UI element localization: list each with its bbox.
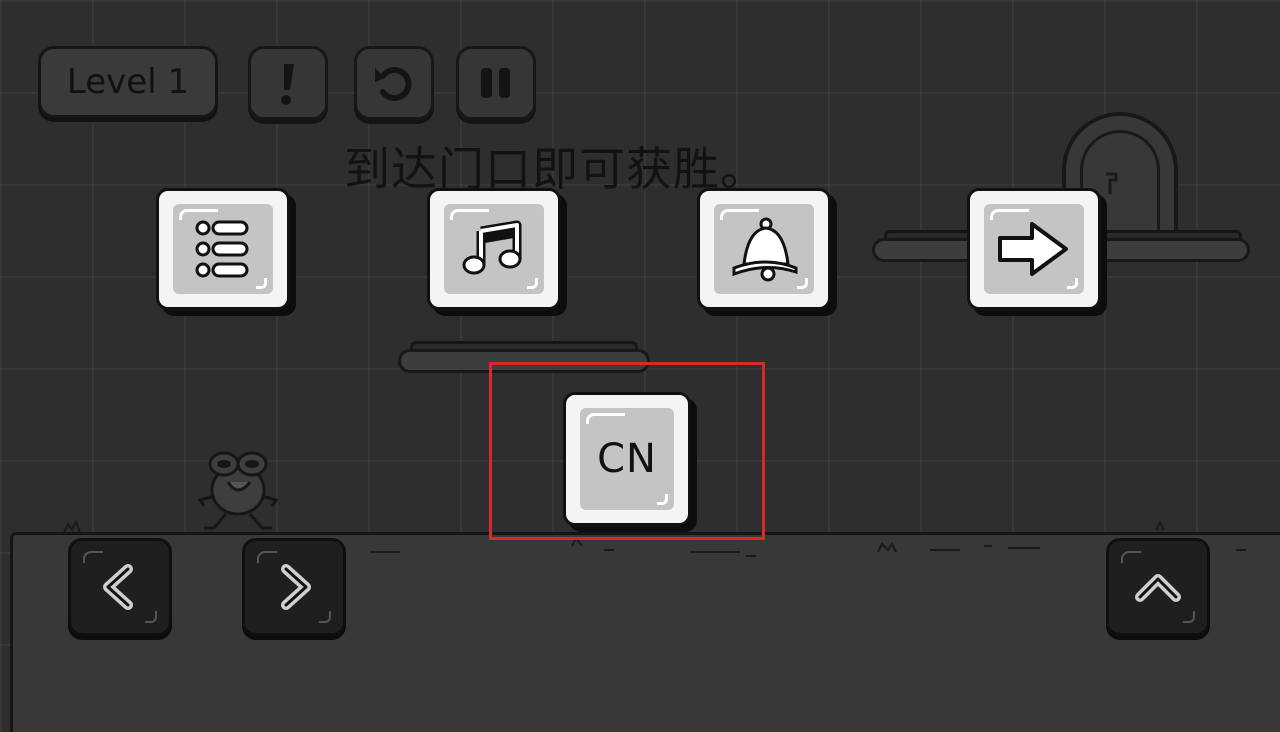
language-tile[interactable]: CN [563,392,691,526]
level-label: Level 1 [66,62,190,102]
hint-button[interactable] [248,46,328,120]
frog-character [197,451,279,530]
restart-icon [375,67,412,101]
music-note-icon [462,220,522,275]
bell-icon [732,217,798,282]
arrow-right-icon [998,222,1068,276]
music-tile[interactable] [427,188,561,310]
next-tile[interactable] [967,188,1101,310]
restart-button[interactable] [354,46,434,120]
pause-button[interactable] [456,46,536,120]
jump-button[interactable] [1106,538,1210,636]
move-left-button[interactable] [68,538,172,636]
level-indicator: Level 1 [38,46,218,118]
language-label: CN [597,436,657,482]
chevron-right-icon [281,564,311,610]
exclamation-icon [281,64,294,105]
chevron-left-icon [103,564,133,610]
list-icon [195,220,249,278]
chevron-up-icon [1135,574,1181,602]
move-right-button[interactable] [242,538,346,636]
pause-icon [481,68,510,98]
sound-tile[interactable] [697,188,831,310]
level-list-tile[interactable] [156,188,290,310]
